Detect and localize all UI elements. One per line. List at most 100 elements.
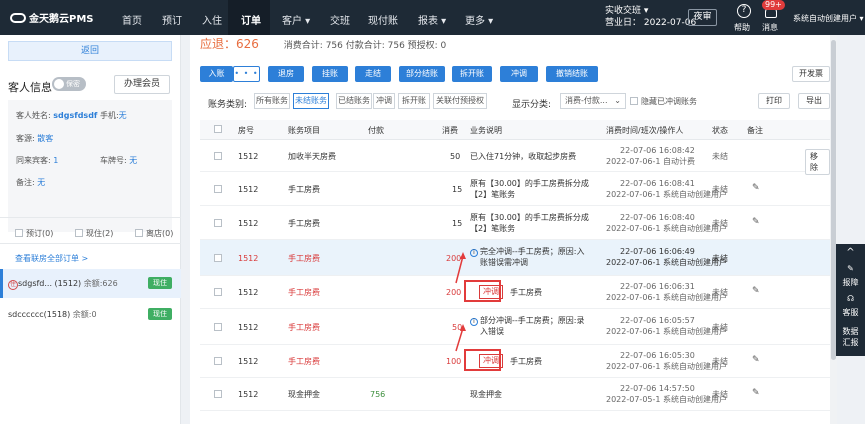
wrench-icon: ✎ <box>847 264 854 273</box>
row-checkbox[interactable] <box>214 323 222 331</box>
tab-unsettled[interactable]: 未结账务 <box>293 93 329 109</box>
row-checkbox[interactable] <box>214 219 222 227</box>
chevron-down-icon: ⌄ <box>614 96 621 105</box>
print-button[interactable]: 打印 <box>758 93 790 109</box>
table-row[interactable]: 1512 加收半天房费 50 已入住71分钟，收取起步房费 22-07-06 1… <box>200 140 830 175</box>
row-time: 22-07-06 16:06:49 <box>620 247 695 256</box>
table-row[interactable]: 1512 手工房费 50 i 部分冲调--手工房费；原因:录 入错误 22-07-… <box>200 309 830 345</box>
room-list-item[interactable]: 住 sdgsfd... (1512) 余额:626 现住 <box>0 269 181 298</box>
row-room: 1512 <box>238 288 259 297</box>
privacy-toggle[interactable]: 保密 <box>52 77 86 91</box>
plate-value: 无 <box>129 156 138 165</box>
undo-settle-button[interactable]: 撤销结账 <box>546 66 598 82</box>
tab-preauth[interactable]: 关联付预授权 <box>433 93 487 109</box>
filter-departed-checkbox[interactable] <box>135 229 143 237</box>
row-description: 已入住71分钟，收取起步房费 <box>470 152 577 161</box>
help-icon[interactable]: ? <box>737 4 751 18</box>
row-shift-operator: 2022-07-06-1 系统自动创建用户 <box>606 327 728 336</box>
nav-booking[interactable]: 预订 <box>162 12 182 27</box>
nav-checkin[interactable]: 入住 <box>202 12 222 27</box>
display-category-select[interactable]: 消费-付款... ⌄ <box>560 93 626 109</box>
edit-pencil-icon[interactable]: ✎ <box>752 217 760 227</box>
row-time: 22-07-06 16:06:31 <box>620 282 695 291</box>
user-menu[interactable]: 系统自动创建用户 ▾ <box>793 13 864 24</box>
select-all-checkbox[interactable] <box>214 125 222 133</box>
divider <box>0 217 181 218</box>
table-header: 房号 账务项目 付款 消费 业务说明 消费时间/班次/操作人 状态 备注 <box>200 120 830 140</box>
edit-pencil-icon[interactable]: ✎ <box>752 183 760 193</box>
row-description: i 完全冲调--手工房费；原因:入 <box>470 246 584 257</box>
info-icon: i <box>470 249 478 257</box>
issue-invoice-button[interactable]: 开发票 <box>792 66 830 82</box>
register-member-button[interactable]: 办理会员 <box>114 75 170 94</box>
export-button[interactable]: 导出 <box>798 93 830 109</box>
row-amount: 100 <box>446 357 462 366</box>
row-item: 手工房费 <box>288 185 320 194</box>
table-row[interactable]: 1512 现金押金 756 现金押金 22-07-06 14:57:50 202… <box>200 378 830 411</box>
row-item: 加收半天房费 <box>288 152 336 161</box>
table-row[interactable]: 1512 手工房费 200 i 完全冲调--手工房费；原因:入 账错误需冲调 22… <box>200 240 830 276</box>
app-logo[interactable]: 金天鹅云PMS <box>10 10 93 25</box>
row-checkbox[interactable] <box>214 390 222 398</box>
guest-name-value[interactable]: sdgsfdsdf <box>53 111 97 120</box>
charge-to-account-button[interactable]: 挂账 <box>312 66 348 82</box>
table-row[interactable]: 1512 手工房费 200 冲调 手工房费 22-07-06 16:06:31 … <box>200 276 830 309</box>
account-main-panel: 应退：626 消费合计: 756 付款合计: 756 预授权: 0 入账 • •… <box>190 35 830 424</box>
row-checkbox[interactable] <box>214 288 222 296</box>
nav-shift-handover[interactable]: 交班 <box>330 12 350 27</box>
nav-reports[interactable]: 报表 ▾ <box>418 12 446 27</box>
tab-all-accounts[interactable]: 所有账务 <box>254 93 290 109</box>
post-charge-button[interactable]: 入账 <box>200 66 233 82</box>
data-report-button[interactable]: 数据汇报 <box>836 326 865 348</box>
main-scrollbar[interactable] <box>830 35 837 424</box>
nav-cash-account[interactable]: 现付账 <box>368 12 398 27</box>
row-status: 未结 <box>712 390 728 399</box>
filter-reserved[interactable]: 预订(0) <box>15 228 53 239</box>
offset-adjust-button[interactable]: 冲调 <box>500 66 538 82</box>
night-audit-button[interactable]: 夜审 <box>688 9 717 26</box>
shift-selector[interactable]: 实收交班 ▾ 营业日： 2022-07-06 <box>605 5 696 29</box>
walk-settle-button[interactable]: 走结 <box>355 66 391 82</box>
table-row[interactable]: 1512 手工房费 100 冲调 手工房费 22-07-06 16:05:30 … <box>200 345 830 378</box>
hide-offset-toggle[interactable]: 隐藏已冲调账务 <box>630 96 697 107</box>
report-fault-button[interactable]: 报障 <box>836 277 865 288</box>
customer-service-button[interactable]: 客服 <box>836 307 865 318</box>
table-row[interactable]: 1512 手工房费 15 原有【30.00】的手工房费拆分成 【2】笔账务 22… <box>200 206 830 240</box>
filter-reserved-checkbox[interactable] <box>15 229 23 237</box>
more-actions-button[interactable]: • • • <box>233 66 260 82</box>
filter-departed[interactable]: 离店(0) <box>135 228 173 239</box>
tab-settled[interactable]: 已结账务 <box>336 93 372 109</box>
collapse-up-icon[interactable]: ^ <box>836 247 865 258</box>
nav-orders[interactable]: 订单 <box>241 12 261 27</box>
nav-customers[interactable]: 客户 ▾ <box>282 12 310 27</box>
row-checkbox[interactable] <box>214 254 222 262</box>
partial-settle-button[interactable]: 部分结账 <box>399 66 445 82</box>
nav-more[interactable]: 更多 ▾ <box>465 12 493 27</box>
row-item: 手工房费 <box>288 323 320 332</box>
row-item: 手工房费 <box>288 219 320 228</box>
row-shift-operator: 2022-07-06-1 系统自动创建用户 <box>606 258 728 267</box>
edit-pencil-icon[interactable]: ✎ <box>752 355 760 365</box>
edit-pencil-icon[interactable]: ✎ <box>752 286 760 296</box>
room-list-item[interactable]: sdcccccc(1518) 余额:0 现住 <box>0 300 181 329</box>
row-amount: 50 <box>452 323 463 332</box>
table-row[interactable]: 1512 手工房费 15 原有【30.00】的手工房费拆分成 【2】笔账务 22… <box>200 172 830 206</box>
hide-offset-checkbox[interactable] <box>630 97 638 105</box>
tab-offset[interactable]: 冲调 <box>373 93 395 109</box>
row-checkbox[interactable] <box>214 185 222 193</box>
row-checkbox[interactable] <box>214 357 222 365</box>
nav-home[interactable]: 首页 <box>122 12 142 27</box>
col-consumption: 消费 <box>442 126 458 135</box>
room-balance: 余额:626 <box>83 279 118 288</box>
view-all-linked-orders-link[interactable]: 查看联房全部订单 > <box>15 253 88 264</box>
back-button[interactable]: 返回 <box>8 41 172 61</box>
row-checkbox[interactable] <box>214 152 222 160</box>
checkout-button[interactable]: 退房 <box>268 66 304 82</box>
row-description-line2: 【2】笔账务 <box>470 224 516 233</box>
edit-pencil-icon[interactable]: ✎ <box>752 388 760 398</box>
filter-in-house[interactable]: 现住(2) <box>75 228 113 239</box>
filter-in-house-checkbox[interactable] <box>75 229 83 237</box>
tab-split[interactable]: 拆开账 <box>398 93 430 109</box>
guest-name-label: 客人姓名: <box>16 111 51 120</box>
split-account-button[interactable]: 拆开账 <box>452 66 492 82</box>
